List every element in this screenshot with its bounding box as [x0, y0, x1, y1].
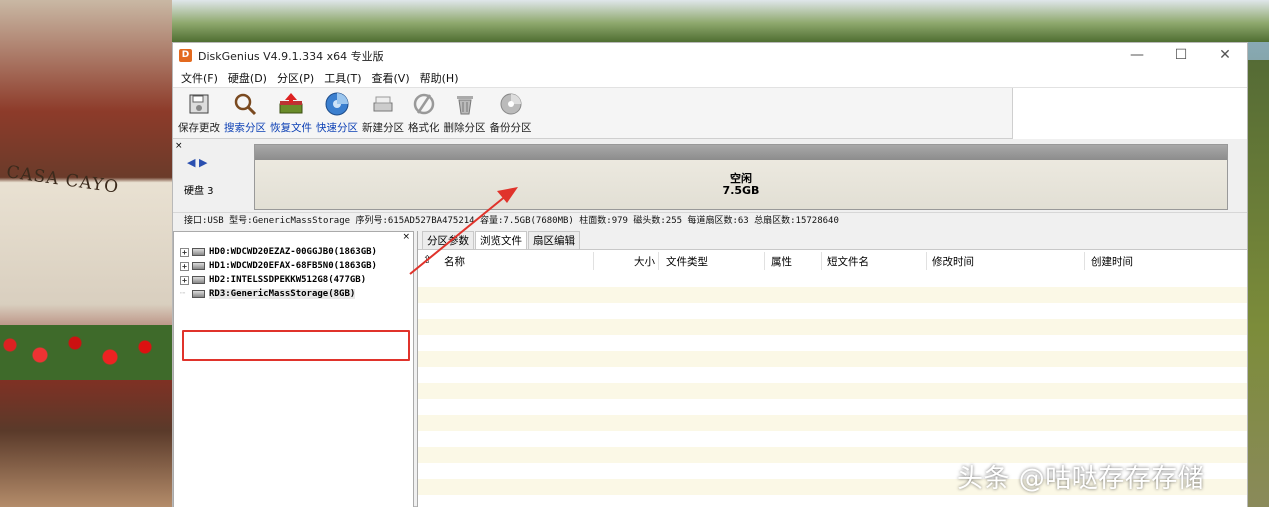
expand-icon[interactable]: +	[180, 247, 189, 257]
tree-node-rd3[interactable]: ┈ RD3:GenericMassStorage(8GB)	[180, 287, 377, 301]
tree-connector-icon: ┈	[180, 289, 186, 299]
hard-disk-icon	[192, 248, 205, 256]
new-partition-button[interactable]: 新建分区	[362, 91, 404, 138]
tree-node-label: RD3:GenericMassStorage(8GB)	[209, 289, 356, 299]
recover-icon	[278, 91, 304, 117]
tab-browse-files[interactable]: 浏览文件	[475, 231, 527, 249]
save-changes-label: 保存更改	[178, 122, 220, 134]
new-partition-icon	[370, 91, 396, 117]
close-button[interactable]: ✕	[1203, 43, 1247, 68]
watermark-text: 头条 @咕哒存存存储	[957, 464, 1205, 494]
column-separator[interactable]	[658, 252, 659, 270]
highlight-box	[182, 330, 410, 361]
disk-map-close-button[interactable]: ×	[175, 141, 183, 151]
menu-bar: 文件(F) 硬盘(D) 分区(P) 工具(T) 查看(V) 帮助(H)	[173, 68, 1247, 87]
background-sign: CASA CAYO	[5, 162, 121, 198]
hard-disk-icon	[192, 276, 205, 284]
diskgenius-window: D DiskGenius V4.9.1.334 x64 专业版 — ☐ ✕ 文件…	[172, 42, 1248, 507]
removable-disk-icon	[192, 290, 205, 298]
menu-help[interactable]: 帮助(H)	[415, 70, 464, 86]
format-label: 格式化	[408, 122, 440, 134]
menu-file[interactable]: 文件(F)	[176, 70, 223, 86]
background-building: CASA CAYO	[0, 0, 172, 507]
format-button[interactable]: 格式化	[408, 91, 440, 138]
tab-partition-params[interactable]: 分区参数	[422, 231, 474, 249]
up-arrow-icon[interactable]: ⇧	[423, 254, 432, 266]
disk-info-bar: 接口:USB 型号:GenericMassStorage 序列号:615AD52…	[173, 212, 1247, 229]
free-space-text: 空闲 7.5GB	[255, 173, 1227, 197]
disk-label: 硬盘 3	[184, 186, 214, 197]
column-separator[interactable]	[764, 252, 765, 270]
background-trees	[1248, 60, 1269, 507]
column-size[interactable]: 大小	[634, 254, 655, 269]
menu-disk[interactable]: 硬盘(D)	[223, 70, 272, 86]
column-name[interactable]: 名称	[444, 254, 465, 269]
expand-icon[interactable]: +	[180, 275, 189, 285]
tree-node-hd1[interactable]: + HD1:WDCWD20EFAX-68FB5N0(1863GB)	[180, 259, 377, 273]
column-header: ⇧ 名称 大小 文件类型 属性 短文件名 修改时间 创建时间	[418, 250, 1247, 271]
tree-node-label: HD1:WDCWD20EFAX-68FB5N0(1863GB)	[209, 261, 377, 271]
recover-files-button[interactable]: 恢复文件	[270, 91, 312, 138]
quick-partition-label: 快速分区	[316, 122, 358, 134]
disk-free-space-bar[interactable]: 空闲 7.5GB	[254, 144, 1228, 210]
column-file-type[interactable]: 文件类型	[666, 254, 708, 269]
disk-bar-stripe	[255, 145, 1227, 160]
tree-node-hd0[interactable]: + HD0:WDCWD20EZAZ-00GGJB0(1863GB)	[180, 245, 377, 259]
quick-partition-icon	[324, 91, 350, 117]
column-separator[interactable]	[1084, 252, 1085, 270]
tab-sector-edit[interactable]: 扇区编辑	[528, 231, 580, 249]
window-controls: — ☐ ✕	[1115, 43, 1247, 68]
disk-nav-arrows[interactable]: ◀ ▶	[187, 156, 207, 169]
menu-view[interactable]: 查看(V)	[367, 70, 415, 86]
background-mountains	[172, 0, 1269, 42]
tree-close-button[interactable]: ×	[402, 232, 410, 242]
disk-tree-pane: × + HD0:WDCWD20EZAZ-00GGJB0(1863GB) + HD…	[173, 231, 414, 507]
menu-partition[interactable]: 分区(P)	[272, 70, 319, 86]
background-flowers	[0, 325, 172, 380]
quick-partition-button[interactable]: 快速分区	[316, 91, 358, 138]
menu-tools[interactable]: 工具(T)	[319, 70, 366, 86]
maximize-button[interactable]: ☐	[1159, 43, 1203, 68]
tree-node-label: HD2:INTELSSDPEKKW512G8(477GB)	[209, 275, 367, 285]
delete-partition-label: 删除分区	[443, 122, 486, 134]
expand-icon[interactable]: +	[180, 261, 189, 271]
search-partition-label: 搜索分区	[224, 122, 266, 134]
column-created[interactable]: 创建时间	[1091, 254, 1133, 269]
disk-map-area: × ◀ ▶ 硬盘 3 空闲 7.5GB	[173, 140, 1247, 212]
hard-disk-icon	[192, 262, 205, 270]
free-size: 7.5GB	[722, 184, 760, 197]
recover-files-label: 恢复文件	[270, 122, 312, 134]
toolbar-info-panel	[1012, 88, 1247, 139]
search-icon	[232, 91, 258, 117]
column-separator[interactable]	[593, 252, 594, 270]
column-attributes[interactable]: 属性	[771, 254, 792, 269]
search-partition-button[interactable]: 搜索分区	[224, 91, 266, 138]
new-partition-label: 新建分区	[362, 122, 404, 134]
column-separator[interactable]	[926, 252, 927, 270]
toolbar: 保存更改 搜索分区 恢复文件 快速分区 新建分区 格式化 删除分区 备份分区	[173, 87, 1247, 139]
app-icon: D	[179, 49, 192, 62]
delete-icon	[452, 91, 478, 117]
column-short-name[interactable]: 短文件名	[827, 254, 869, 269]
column-separator[interactable]	[821, 252, 822, 270]
save-changes-button[interactable]: 保存更改	[178, 91, 220, 138]
save-icon	[186, 91, 212, 117]
window-title: DiskGenius V4.9.1.334 x64 专业版	[198, 49, 384, 63]
minimize-button[interactable]: —	[1115, 43, 1159, 68]
backup-partition-button[interactable]: 备份分区	[490, 91, 532, 138]
backup-icon	[498, 91, 524, 117]
tree-node-label: HD0:WDCWD20EZAZ-00GGJB0(1863GB)	[209, 247, 377, 257]
tree-node-hd2[interactable]: + HD2:INTELSSDPEKKW512G8(477GB)	[180, 273, 377, 287]
format-icon	[411, 91, 437, 117]
column-modified[interactable]: 修改时间	[932, 254, 974, 269]
title-bar[interactable]: D DiskGenius V4.9.1.334 x64 专业版 — ☐ ✕	[173, 43, 1247, 68]
tab-bar: 分区参数 浏览文件 扇区编辑	[418, 231, 1247, 250]
tree-items: + HD0:WDCWD20EZAZ-00GGJB0(1863GB) + HD1:…	[180, 245, 377, 301]
backup-partition-label: 备份分区	[489, 122, 532, 134]
delete-partition-button[interactable]: 删除分区	[444, 91, 486, 138]
